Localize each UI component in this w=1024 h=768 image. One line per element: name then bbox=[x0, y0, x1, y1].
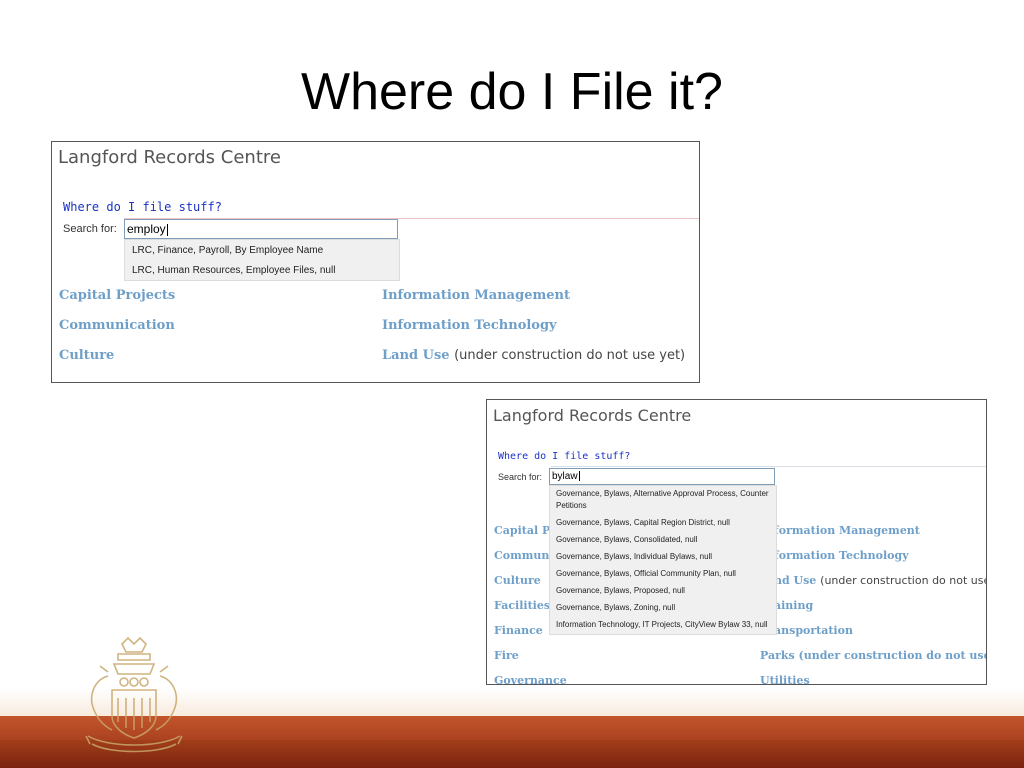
suggestion-item[interactable]: Governance, Bylaws, Alternative Approval… bbox=[550, 486, 776, 515]
records-centre-screenshot-bylaw: Langford Records Centre Where do I file … bbox=[486, 399, 987, 685]
land-use-note: (under construction do not use yet) bbox=[454, 348, 686, 363]
records-centre-brand: Langford Records Centre bbox=[58, 147, 281, 168]
category-land-use[interactable]: nd Use (under construction do not use bbox=[774, 574, 987, 587]
autocomplete-suggestions: LRC, Finance, Payroll, By Employee Name … bbox=[124, 239, 400, 281]
category-facilities[interactable]: Facilities bbox=[494, 599, 550, 612]
records-centre-brand: Langford Records Centre bbox=[493, 406, 692, 425]
slide-title: Where do I File it? bbox=[301, 63, 723, 121]
category-capital[interactable]: Capital Pr bbox=[494, 524, 556, 537]
category-finance[interactable]: Finance bbox=[494, 624, 543, 637]
where-do-i-file-link[interactable]: Where do I file stuff? bbox=[498, 451, 630, 462]
category-governance[interactable]: Governance bbox=[494, 674, 567, 684]
category-information-technology[interactable]: Information Technology bbox=[382, 318, 557, 333]
category-capital-projects[interactable]: Capital Projects bbox=[59, 288, 175, 303]
category-transportation[interactable]: ansportation bbox=[774, 624, 853, 637]
search-input[interactable]: employ bbox=[124, 219, 398, 239]
land-use-note: (under construction do not use bbox=[820, 574, 987, 587]
text-caret bbox=[166, 223, 168, 236]
category-land-use-label: nd Use bbox=[774, 574, 817, 587]
category-information-management[interactable]: Information Management bbox=[382, 288, 570, 303]
category-land-use[interactable]: Land Use (under construction do not use … bbox=[382, 348, 685, 363]
category-culture[interactable]: Culture bbox=[59, 348, 114, 363]
suggestion-item[interactable]: Information Technology, IT Projects, Cit… bbox=[550, 617, 776, 634]
suggestion-item[interactable]: Governance, Bylaws, Official Community P… bbox=[550, 566, 776, 583]
category-information-technology[interactable]: formation Technology bbox=[774, 549, 909, 562]
search-label: Search for: bbox=[63, 223, 117, 235]
category-training[interactable]: aining bbox=[774, 599, 813, 612]
divider bbox=[551, 466, 986, 467]
category-fire[interactable]: Fire bbox=[494, 649, 519, 662]
category-information-management[interactable]: formation Management bbox=[774, 524, 920, 537]
category-communication[interactable]: Communi bbox=[494, 549, 554, 562]
suggestion-item[interactable]: LRC, Finance, Payroll, By Employee Name bbox=[125, 240, 399, 260]
suggestion-item[interactable]: Governance, Bylaws, Consolidated, null bbox=[550, 532, 776, 549]
suggestion-item[interactable]: Governance, Bylaws, Individual Bylaws, n… bbox=[550, 549, 776, 566]
category-parks[interactable]: Parks (under construction do not use) bbox=[760, 649, 986, 662]
category-communication[interactable]: Communication bbox=[59, 318, 175, 333]
suggestion-item[interactable]: Governance, Bylaws, Zoning, null bbox=[550, 600, 776, 617]
suggestion-item[interactable]: LRC, Human Resources, Employee Files, nu… bbox=[125, 260, 399, 280]
records-centre-screenshot-employ: Langford Records Centre Where do I file … bbox=[51, 141, 700, 383]
text-caret bbox=[578, 471, 580, 482]
suggestion-item[interactable]: Governance, Bylaws, Capital Region Distr… bbox=[550, 515, 776, 532]
search-input-value: bylaw bbox=[552, 471, 578, 482]
autocomplete-suggestions: Governance, Bylaws, Alternative Approval… bbox=[549, 485, 777, 635]
municipal-coat-of-arms-icon bbox=[85, 636, 183, 753]
where-do-i-file-link[interactable]: Where do I file stuff? bbox=[63, 200, 222, 214]
suggestion-item[interactable]: Governance, Bylaws, Proposed, null bbox=[550, 583, 776, 600]
search-input-value: employ bbox=[127, 222, 166, 236]
search-label: Search for: bbox=[498, 472, 543, 482]
search-input[interactable]: bylaw bbox=[549, 468, 775, 485]
category-utilities[interactable]: Utilities bbox=[760, 674, 810, 684]
category-culture[interactable]: Culture bbox=[494, 574, 541, 587]
category-land-use-label: Land Use bbox=[382, 348, 450, 363]
